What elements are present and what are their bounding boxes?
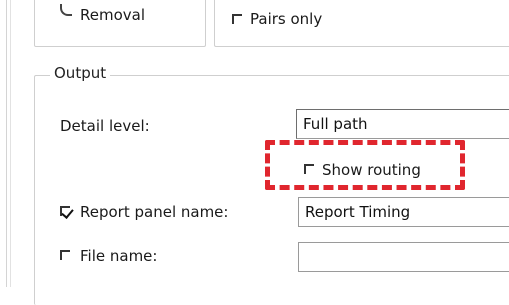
report-panel-name-input[interactable]: Report Timing <box>298 197 509 227</box>
file-name-checkbox[interactable] <box>60 250 70 260</box>
file-name-input[interactable] <box>298 242 509 272</box>
file-name-label: File name: <box>80 247 158 265</box>
show-routing-highlight <box>265 140 465 190</box>
output-group-title: Output <box>50 64 111 82</box>
pairs-only-checkbox[interactable] <box>232 14 242 24</box>
detail-level-select[interactable]: Full path <box>296 109 509 139</box>
pairs-only-label: Pairs only <box>250 10 323 28</box>
removal-radio-label: Removal <box>80 6 146 24</box>
report-panel-checkbox[interactable] <box>60 206 70 216</box>
report-panel-label: Report panel name: <box>80 203 229 221</box>
window-border-inner <box>10 0 11 287</box>
detail-level-label: Detail level: <box>60 117 150 135</box>
window-border <box>6 0 7 287</box>
